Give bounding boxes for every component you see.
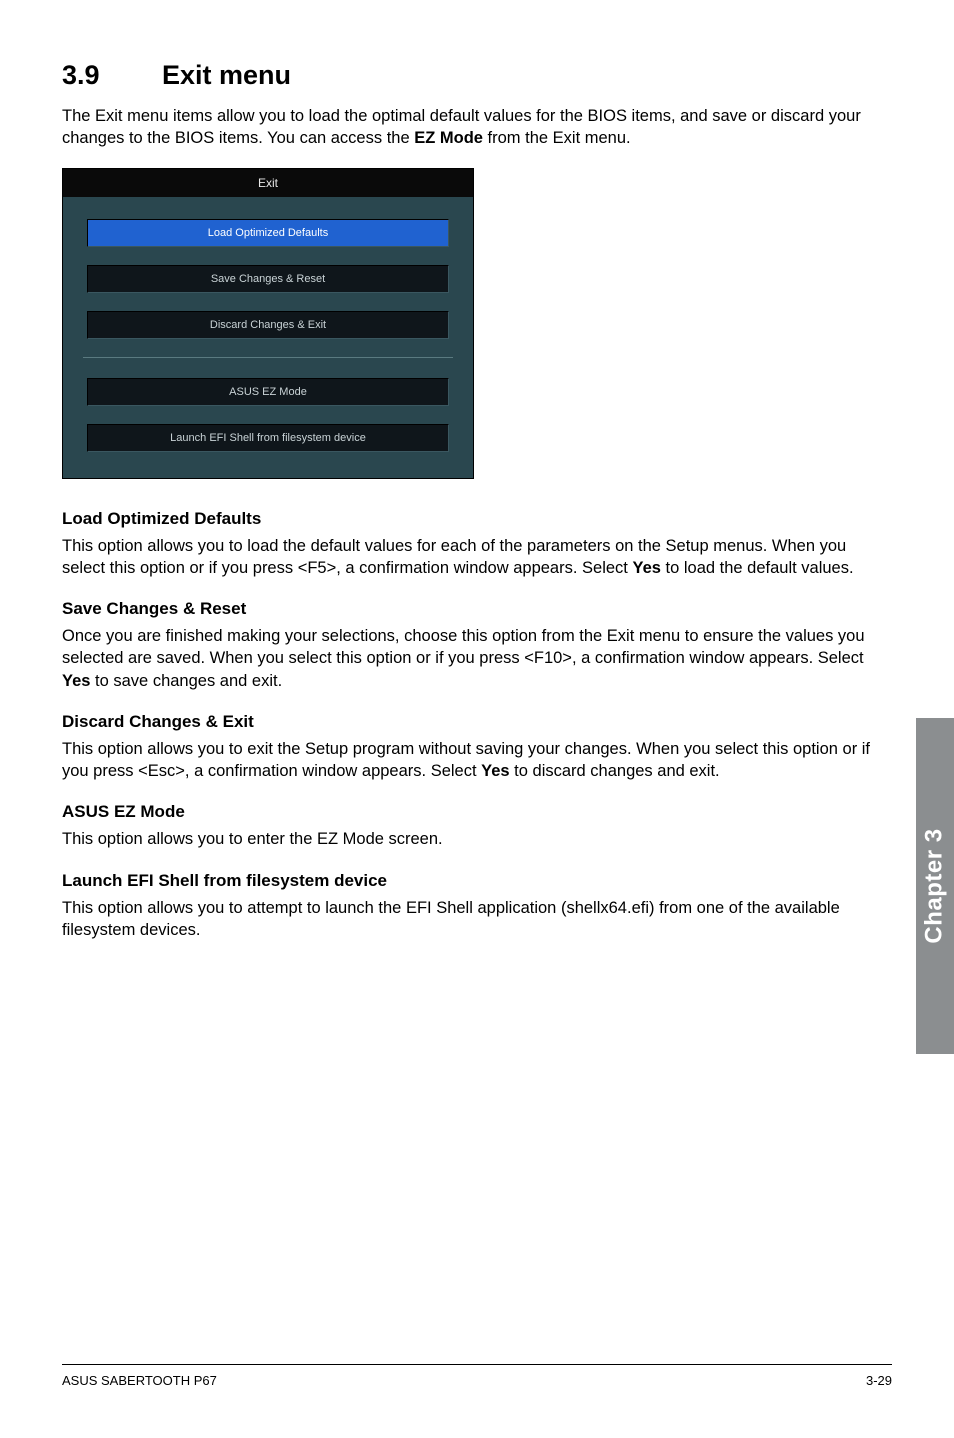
bios-tab-exit[interactable]: Exit <box>236 176 300 190</box>
page-heading: 3.9 Exit menu <box>62 60 892 91</box>
section-heading: Load Optimized Defaults <box>62 509 892 529</box>
heading-title: Exit menu <box>162 60 291 91</box>
section-paragraph: This option allows you to enter the EZ M… <box>62 828 892 850</box>
heading-number: 3.9 <box>62 60 162 91</box>
section-ez-mode: ASUS EZ Mode This option allows you to e… <box>62 802 892 850</box>
footer-page-number: 3-29 <box>866 1373 892 1388</box>
section-heading: Launch EFI Shell from filesystem device <box>62 871 892 891</box>
section-launch-efi: Launch EFI Shell from filesystem device … <box>62 871 892 942</box>
bios-option-launch-efi[interactable]: Launch EFI Shell from filesystem device <box>87 424 449 452</box>
intro-text-b: EZ Mode <box>414 129 483 147</box>
bios-body: Load Optimized Defaults Save Changes & R… <box>63 197 473 478</box>
section-heading: Discard Changes & Exit <box>62 712 892 732</box>
text: to save changes and exit. <box>90 672 282 690</box>
text-bold: Yes <box>62 672 90 690</box>
bios-tabbar: Exit <box>63 169 473 197</box>
chapter-side-tab: Chapter 3 <box>916 718 954 1054</box>
section-load-defaults: Load Optimized Defaults This option allo… <box>62 509 892 580</box>
intro-text-c: from the Exit menu. <box>483 129 631 147</box>
bios-exit-panel: Exit Load Optimized Defaults Save Change… <box>62 168 474 479</box>
page-footer: ASUS SABERTOOTH P67 3-29 <box>62 1364 892 1388</box>
bios-separator <box>83 357 453 358</box>
section-heading: Save Changes & Reset <box>62 599 892 619</box>
section-save-reset: Save Changes & Reset Once you are finish… <box>62 599 892 692</box>
section-paragraph: This option allows you to load the defau… <box>62 535 892 580</box>
text-bold: Yes <box>481 762 509 780</box>
bios-option-ez-mode[interactable]: ASUS EZ Mode <box>87 378 449 406</box>
text: to load the default values. <box>661 559 854 577</box>
section-paragraph: This option allows you to exit the Setup… <box>62 738 892 783</box>
section-paragraph: Once you are finished making your select… <box>62 625 892 692</box>
intro-paragraph: The Exit menu items allow you to load th… <box>62 105 892 150</box>
chapter-label: Chapter 3 <box>921 828 949 943</box>
text: This option allows you to exit the Setup… <box>62 740 870 780</box>
text: to discard changes and exit. <box>510 762 720 780</box>
bios-option-discard-exit[interactable]: Discard Changes & Exit <box>87 311 449 339</box>
footer-product: ASUS SABERTOOTH P67 <box>62 1373 217 1388</box>
text-bold: Yes <box>632 559 660 577</box>
section-heading: ASUS EZ Mode <box>62 802 892 822</box>
section-discard-exit: Discard Changes & Exit This option allow… <box>62 712 892 783</box>
bios-option-load-defaults[interactable]: Load Optimized Defaults <box>87 219 449 247</box>
bios-option-save-reset[interactable]: Save Changes & Reset <box>87 265 449 293</box>
section-paragraph: This option allows you to attempt to lau… <box>62 897 892 942</box>
text: Once you are finished making your select… <box>62 627 865 667</box>
